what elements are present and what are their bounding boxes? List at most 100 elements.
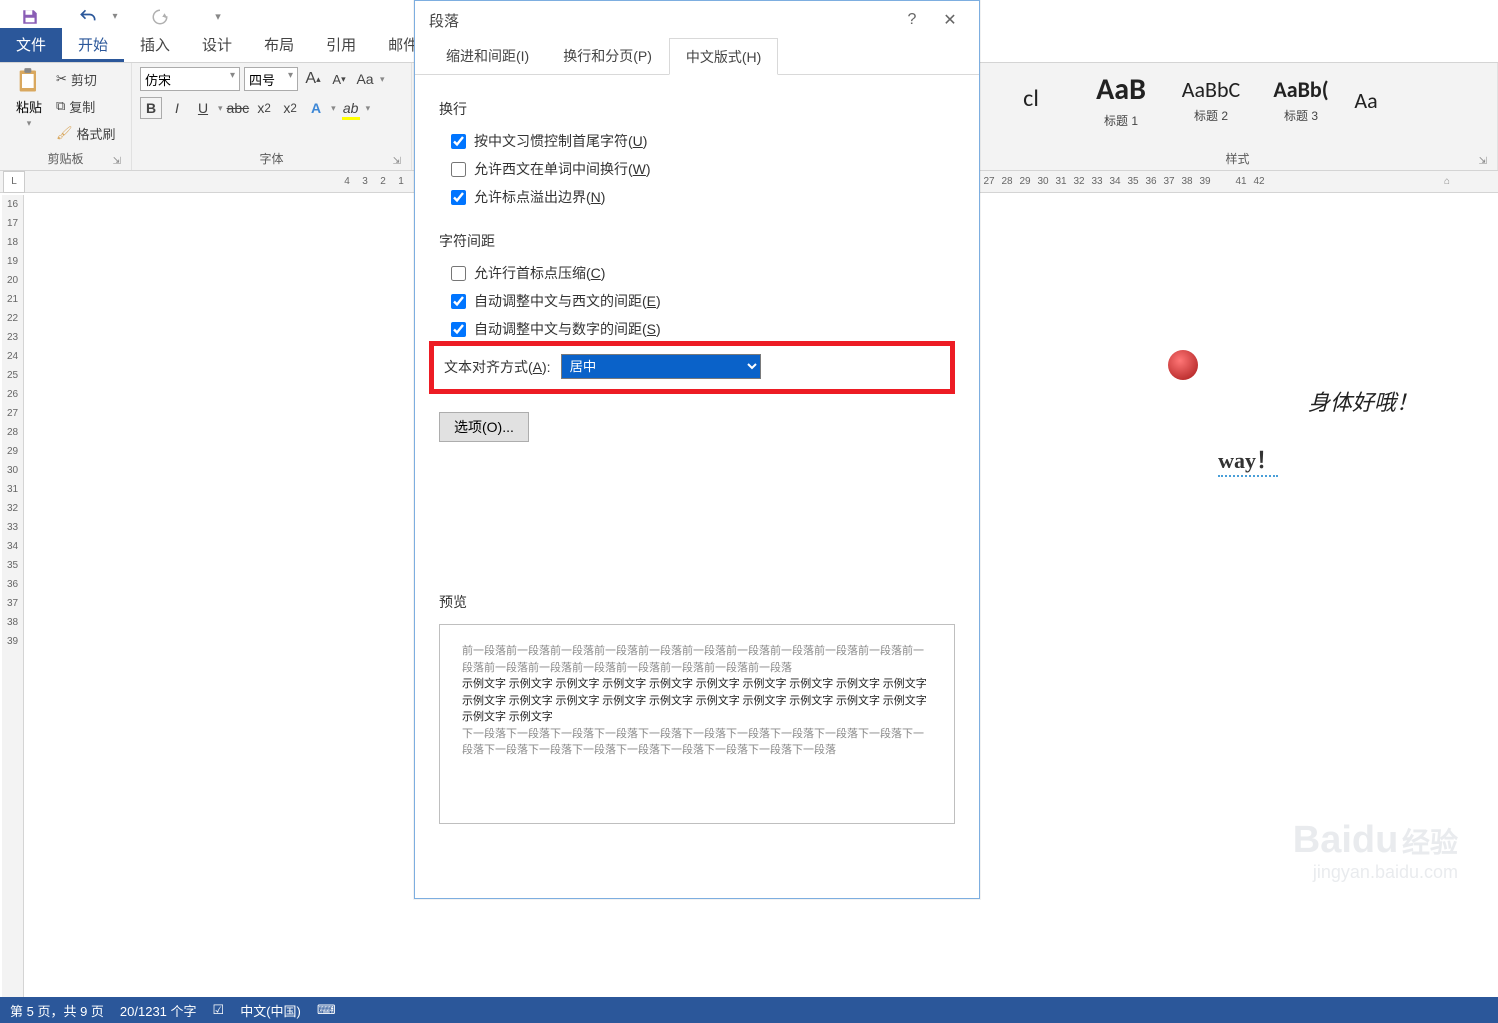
ruler-tick: 38 <box>1178 176 1196 187</box>
ruler-corner[interactable]: L <box>3 171 25 193</box>
wrap-check-0[interactable]: 按中文习惯控制首尾字符(U) <box>451 131 955 151</box>
ruler-tick: 20 <box>7 275 18 294</box>
status-page[interactable]: 第 5 页，共 9 页 <box>10 1001 104 1020</box>
ruler-tick: 22 <box>7 313 18 332</box>
dlg-tab-linebreak[interactable]: 换行和分页(P) <box>546 37 669 74</box>
text-effects[interactable]: A <box>305 97 327 119</box>
ruler-tick: 31 <box>7 484 18 503</box>
ruler-tick: 26 <box>7 389 18 408</box>
font-launcher[interactable]: ⇲ <box>393 156 401 167</box>
status-language[interactable]: 中文(中国) <box>240 1001 301 1020</box>
status-input-icon[interactable]: ⌨ <box>317 1002 336 1018</box>
spacing-check-1[interactable]: 自动调整中文与西文的间距(E) <box>451 291 955 311</box>
tab-layout[interactable]: 布局 <box>248 28 310 62</box>
style-item-0[interactable]: cl <box>986 67 1076 133</box>
style-item-3[interactable]: AaBb(标题 3 <box>1256 67 1346 133</box>
ruler-tick: 29 <box>1016 176 1034 187</box>
ruler-tick: 37 <box>1160 176 1178 187</box>
paste-button[interactable]: 粘贴 ▾ <box>8 67 50 129</box>
strikethrough-button[interactable]: abc <box>227 97 250 119</box>
subscript-button[interactable]: x2 <box>253 97 275 119</box>
ruler-tick: 28 <box>7 427 18 446</box>
ruler-tick: 36 <box>1142 176 1160 187</box>
clipboard-launcher[interactable]: ⇲ <box>113 156 121 167</box>
styles-launcher[interactable]: ⇲ <box>1479 156 1487 167</box>
qat-undo[interactable] <box>68 2 108 32</box>
paragraph-dialog: 段落 ? ✕ 缩进和间距(I) 换行和分页(P) 中文版式(H) 换行 按中文习… <box>414 0 980 899</box>
spacing-check-checkbox-2[interactable] <box>451 322 466 337</box>
spacing-check-checkbox-1[interactable] <box>451 294 466 309</box>
paste-label: 粘贴 <box>16 97 42 116</box>
bold-button[interactable]: B <box>140 97 162 119</box>
ruler-tick: 36 <box>7 579 18 598</box>
ruler-tick: 32 <box>1070 176 1088 187</box>
wrap-check-checkbox-2[interactable] <box>451 190 466 205</box>
ruler-tick: 29 <box>7 446 18 465</box>
dialog-titlebar[interactable]: 段落 ? ✕ <box>415 1 979 39</box>
ruler-tick: 16 <box>7 199 18 218</box>
tab-design[interactable]: 设计 <box>186 28 248 62</box>
doc-text-line2: way！ <box>1218 443 1278 477</box>
copy-button[interactable]: ⧉复制 <box>56 94 116 118</box>
tab-home[interactable]: 开始 <box>62 28 124 62</box>
margin-marker-icon[interactable]: ⌂ <box>1444 176 1450 187</box>
dlg-tab-indent[interactable]: 缩进和间距(I) <box>429 37 546 74</box>
style-item-2[interactable]: AaBbC标题 2 <box>1166 67 1256 133</box>
ruler-tick: 33 <box>1088 176 1106 187</box>
wrap-check-checkbox-0[interactable] <box>451 134 466 149</box>
highlight-button[interactable]: ab <box>340 97 362 119</box>
ruler-vertical[interactable]: 1617181920212223242526272829303132333435… <box>2 195 24 997</box>
ruler-tick: 4 <box>338 176 356 187</box>
highlight-annotation: 文本对齐方式(A): 居中 <box>429 341 955 394</box>
ruler-tick: 37 <box>7 598 18 617</box>
spacing-check-2[interactable]: 自动调整中文与数字的间距(S) <box>451 319 955 339</box>
ruler-tick: 32 <box>7 503 18 522</box>
underline-button[interactable]: U <box>192 97 214 119</box>
qat-customize[interactable]: ▾ <box>198 2 238 32</box>
group-font: 仿宋 ▾ 四号 ▾ A▴ A▾ Aa ▾ B I U▾ abc x2 x2 A▾… <box>132 63 412 170</box>
group-styles: cl AaB标题 1 AaBbC标题 2 AaBb(标题 3 Aa 样式⇲ <box>978 63 1498 170</box>
change-case[interactable]: Aa <box>354 68 376 90</box>
style-item-4[interactable]: Aa <box>1346 67 1386 133</box>
qat-redo[interactable] <box>140 2 180 32</box>
ruler-tick: 21 <box>7 294 18 313</box>
dialog-title: 段落 <box>429 10 459 31</box>
options-button[interactable]: 选项(O)... <box>439 412 529 442</box>
dlg-tab-chinese[interactable]: 中文版式(H) <box>669 38 778 75</box>
qat-save[interactable] <box>10 2 50 32</box>
wrap-check-checkbox-1[interactable] <box>451 162 466 177</box>
ruler-tick: 34 <box>7 541 18 560</box>
wrap-check-1[interactable]: 允许西文在单词中间换行(W) <box>451 159 955 179</box>
grow-font[interactable]: A▴ <box>302 68 324 90</box>
cut-button[interactable]: ✂剪切 <box>56 67 116 91</box>
tab-references[interactable]: 引用 <box>310 28 372 62</box>
status-bar: 第 5 页，共 9 页 20/1231 个字 ☑ 中文(中国) ⌨ <box>0 997 1498 1023</box>
wrap-check-2[interactable]: 允许标点溢出边界(N) <box>451 187 955 207</box>
superscript-button[interactable]: x2 <box>279 97 301 119</box>
italic-button[interactable]: I <box>166 97 188 119</box>
dialog-close[interactable]: ✕ <box>931 5 969 35</box>
font-size-picker[interactable]: 四号 ▾ <box>244 67 298 91</box>
ruler-tick: 18 <box>7 237 18 256</box>
spacing-check-checkbox-0[interactable] <box>451 266 466 281</box>
spacing-check-0[interactable]: 允许行首标点压缩(C) <box>451 263 955 283</box>
font-name-picker[interactable]: 仿宋 ▾ <box>140 67 240 91</box>
qat-undo-more[interactable]: ▾ <box>108 2 122 32</box>
tab-file[interactable]: 文件 <box>0 28 62 62</box>
shrink-font[interactable]: A▾ <box>328 68 350 90</box>
status-words[interactable]: 20/1231 个字 <box>120 1001 197 1020</box>
dialog-help[interactable]: ? <box>893 5 931 35</box>
align-label: 文本对齐方式(A): <box>444 357 551 377</box>
ruler-tick: 41 <box>1232 176 1250 187</box>
style-item-1[interactable]: AaB标题 1 <box>1076 67 1166 133</box>
tab-insert[interactable]: 插入 <box>124 28 186 62</box>
text-align-select[interactable]: 居中 <box>561 354 761 379</box>
ruler-tick: 33 <box>7 522 18 541</box>
format-painter-button[interactable]: 🖌格式刷 <box>56 121 116 145</box>
apple-image <box>1168 350 1198 380</box>
section-wrap-label: 换行 <box>439 99 955 119</box>
ruler-tick: 19 <box>7 256 18 275</box>
ruler-tick <box>1214 176 1232 187</box>
status-proofing-icon[interactable]: ☑ <box>213 1002 225 1018</box>
section-preview-label: 预览 <box>439 592 955 612</box>
